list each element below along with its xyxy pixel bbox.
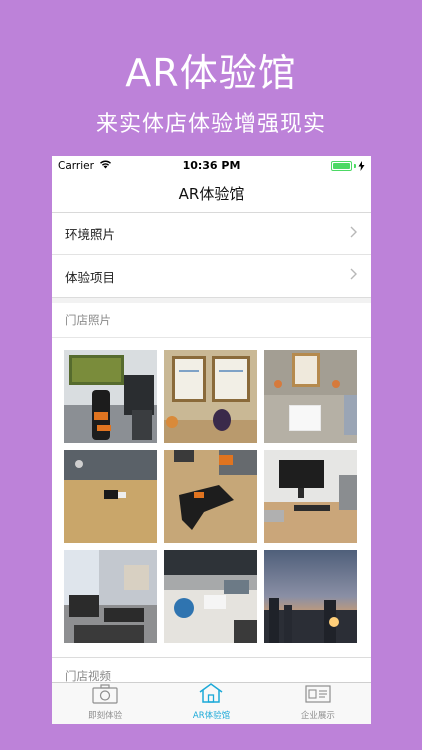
menu-item-label: 环境照片	[65, 227, 116, 242]
carrier-label: Carrier	[58, 159, 94, 172]
status-time: 10:36 PM	[182, 159, 241, 172]
photo-vr-controller[interactable]	[164, 450, 257, 543]
store-photos-section: 门店照片	[52, 303, 371, 657]
menu-item-environment-photos[interactable]: 环境照片	[52, 213, 371, 255]
photo-lounge-sofas[interactable]	[64, 550, 157, 643]
photo-grid	[52, 338, 371, 657]
chevron-right-icon	[350, 268, 357, 284]
menu-list: 环境照片 体验项目	[52, 213, 371, 297]
photo-certificate-and-tablet[interactable]	[264, 350, 357, 443]
store-videos-header: 门店视频	[65, 669, 111, 683]
photo-office-desk-monitor[interactable]	[264, 450, 357, 543]
menu-item-label: 体验项目	[65, 269, 116, 285]
photo-desk-globe[interactable]	[164, 550, 257, 643]
promo-subtitle: 来实体店体验增强现实	[95, 112, 326, 137]
tab-label: 即刻体验	[88, 711, 123, 721]
camera-icon	[92, 684, 118, 709]
tab-bar: 即刻体验 AR体验馆 企业展示	[52, 682, 371, 724]
store-photos-header: 门店照片	[52, 303, 371, 338]
home-icon	[198, 682, 224, 709]
menu-item-experience-projects[interactable]: 体验项目	[52, 255, 371, 297]
battery-full-icon	[330, 160, 352, 171]
tab-instant-experience[interactable]: 即刻体验	[52, 683, 158, 724]
promo-title: AR体验馆	[125, 51, 297, 95]
tab-ar-experience[interactable]: AR体验馆	[158, 683, 264, 724]
tab-label: 企业展示	[300, 711, 335, 721]
nav-title: AR体验馆	[52, 175, 371, 213]
photo-vr-racing-seat[interactable]	[64, 350, 157, 443]
tab-company-showcase[interactable]: 企业展示	[265, 683, 371, 724]
wifi-icon	[99, 159, 112, 172]
photo-phone-on-desk[interactable]	[64, 450, 157, 543]
phone-screen: Carrier 10:36 PM AR体验馆 环境照片 体验项目 门店照片 门店…	[52, 156, 371, 724]
charging-bolt-icon	[358, 160, 365, 171]
photo-city-sunset[interactable]	[264, 550, 357, 643]
chevron-right-icon	[350, 226, 357, 242]
id-card-icon	[305, 684, 331, 709]
tab-label: AR体验馆	[192, 711, 231, 721]
status-bar: Carrier 10:36 PM	[52, 156, 371, 175]
photo-certificates-wall[interactable]	[164, 350, 257, 443]
